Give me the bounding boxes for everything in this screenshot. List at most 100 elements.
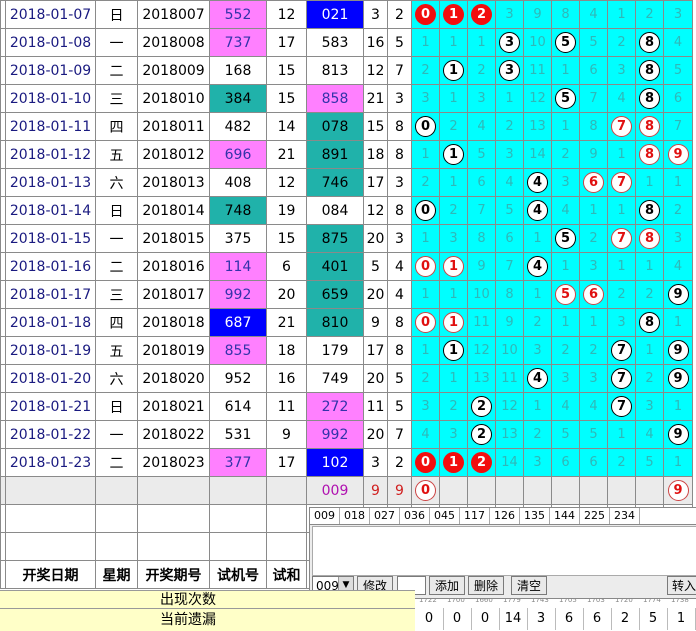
issue-cell: 2018021	[137, 392, 210, 421]
distribution-cell: 14	[495, 448, 524, 477]
distribution-cell: 8	[495, 280, 524, 309]
distribution-cell: 4	[607, 84, 636, 113]
delete-button[interactable]: 删除	[468, 576, 504, 595]
tab-number[interactable]: 234	[610, 508, 640, 524]
c-cell: 7	[387, 56, 412, 85]
distribution-cell: 12	[523, 84, 552, 113]
distribution-cell: 5	[579, 420, 608, 449]
distribution-cell: 12	[467, 336, 496, 365]
convert-button[interactable]: 转入	[667, 576, 696, 595]
distribution-cell: 0	[411, 196, 440, 225]
weekday-cell: 四	[95, 112, 138, 141]
miss-value: 5	[639, 608, 668, 630]
distribution-cell: 6	[579, 168, 608, 197]
distribution-cell: 5	[495, 196, 524, 225]
tab-number[interactable]: 144	[550, 508, 580, 524]
distribution-cell: 9	[495, 308, 524, 337]
distribution-cell: 1	[635, 336, 664, 365]
distribution-cell: 2	[467, 448, 496, 477]
number-ball: 1	[443, 312, 464, 333]
empty-cell	[137, 504, 210, 533]
table-row: 2018-01-19 五 2018019 855 18 179 17 8 1 1 12 10 3 2 2 7 1…	[0, 336, 693, 365]
date-cell: 2018-01-08	[5, 28, 96, 57]
tab-number[interactable]: 027	[370, 508, 400, 524]
distribution-cell: 3	[551, 168, 580, 197]
draw-cell: 813	[306, 56, 364, 85]
tab-number[interactable]: 225	[580, 508, 610, 524]
empty-cell	[209, 504, 267, 533]
distribution-cell: 8	[635, 28, 664, 57]
miss-value: 0	[415, 608, 444, 630]
sum-cell: 21	[363, 84, 388, 113]
distribution-cell: 2	[467, 420, 496, 449]
distribution-cell: 7	[607, 112, 636, 141]
tab-number[interactable]: 045	[430, 508, 460, 524]
table-row: 2018-01-17 三 2018017 992 20 659 20 4 1 1 10 8 1 5 6 2 2 9	[0, 280, 693, 309]
distribution-cell: 1	[607, 140, 636, 169]
number-ball: 9	[667, 480, 689, 501]
distribution-cell: 5	[551, 84, 580, 113]
tab-number[interactable]: 117	[460, 508, 490, 524]
distribution-cell: 1	[607, 252, 636, 281]
distribution-cell: 1	[663, 448, 693, 477]
date-cell: 2018-01-21	[5, 392, 96, 421]
draw-cell: 891	[306, 140, 364, 169]
tab-number[interactable]: 135	[520, 508, 550, 524]
weekday-cell: 六	[95, 364, 138, 393]
weekday-cell: 四	[95, 308, 138, 337]
distribution-cell: 3	[411, 84, 440, 113]
issue-cell: 2018015	[137, 224, 210, 253]
date-cell: 2018-01-23	[5, 448, 96, 477]
tab-number[interactable]: 009	[310, 508, 340, 524]
tab-number[interactable]: 036	[400, 508, 430, 524]
date-cell: 2018-01-14	[5, 196, 96, 225]
tab-number[interactable]: 126	[490, 508, 520, 524]
number-ball: 4	[527, 256, 548, 277]
weekday-cell: 二	[95, 56, 138, 85]
distribution-cell: 8	[635, 112, 664, 141]
tab-number[interactable]: 018	[340, 508, 370, 524]
distribution-cell: 5	[551, 28, 580, 57]
draw-cell: 021	[306, 0, 364, 29]
number-ball: 1	[443, 4, 464, 25]
number-ball: 6	[583, 284, 604, 305]
trial-cell: 952	[209, 364, 267, 393]
issue-cell: 2018014	[137, 196, 210, 225]
number-ball: 9	[667, 340, 689, 361]
draw-cell: 583	[306, 28, 364, 57]
number-ball: 9	[667, 284, 689, 305]
distribution-cell: 1	[635, 252, 664, 281]
clear-button[interactable]: 清空	[511, 576, 547, 595]
count-value: 1660	[475, 599, 493, 604]
number-ball: 5	[555, 32, 576, 53]
table-row: 2018-01-15 一 2018015 375 15 875 20 3 1 3 8 6 1 5 2 7 8 3	[0, 224, 693, 253]
issue-cell: 2018011	[137, 112, 210, 141]
distribution-cell: 2	[467, 56, 496, 85]
next-distribution-cell	[495, 476, 524, 505]
lottery-table: 2018-01-07 日 2018007 552 12 021 3 2 0 1 2 3 9 8 4 1 2 3 20…	[0, 0, 693, 589]
distribution-cell: 8	[635, 140, 664, 169]
number-ball: 0	[415, 480, 436, 501]
empty-cell	[95, 532, 138, 561]
next-draw-row: 009 9 9 0 9	[0, 476, 693, 505]
number-list-box[interactable]	[312, 526, 696, 576]
span-cell: 14	[266, 112, 307, 141]
number-ball: 1	[443, 452, 464, 473]
table-row: 2018-01-21 日 2018021 614 11 272 11 5 3 2 2 12 1 4 4 7 3 1	[0, 392, 693, 421]
distribution-cell: 7	[607, 392, 636, 421]
distribution-cell: 7	[495, 252, 524, 281]
miss-value: 6	[555, 608, 584, 630]
add-button[interactable]: 添加	[429, 576, 465, 595]
header-date: 开奖日期	[5, 560, 96, 589]
trial-cell: 748	[209, 196, 267, 225]
distribution-cell: 2	[411, 168, 440, 197]
distribution-cell: 0	[411, 448, 440, 477]
span-cell: 9	[266, 420, 307, 449]
issue-cell: 2018023	[137, 448, 210, 477]
distribution-cell: 1	[411, 280, 440, 309]
weekday-cell: 五	[95, 140, 138, 169]
trial-cell: 482	[209, 112, 267, 141]
span-cell: 17	[266, 28, 307, 57]
number-ball: 6	[583, 172, 604, 193]
miss-value: 3	[527, 608, 556, 630]
